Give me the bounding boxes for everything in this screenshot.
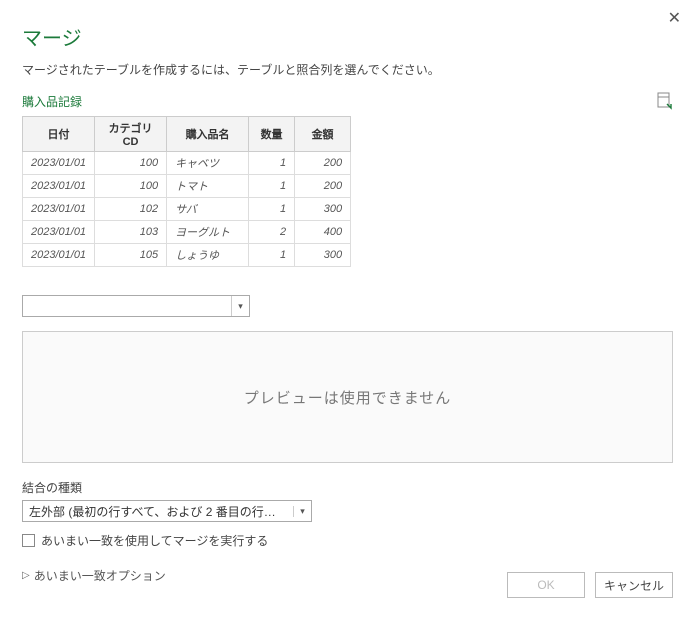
- table-row: 2023/01/01 103 ヨーグルト 2 400: [23, 221, 351, 244]
- cancel-button[interactable]: キャンセル: [595, 572, 673, 598]
- fuzzy-options-label: あいまい一致オプション: [34, 567, 166, 584]
- cell: 100: [95, 152, 167, 175]
- cell: 102: [95, 198, 167, 221]
- cell: 200: [295, 152, 351, 175]
- join-type-dropdown[interactable]: 左外部 (最初の行すべて、および 2 番目の行のうち一… ▾: [22, 500, 312, 522]
- cell: 103: [95, 221, 167, 244]
- cell: 105: [95, 244, 167, 267]
- cell: 300: [295, 198, 351, 221]
- source-table[interactable]: 日付 カテゴリCD 購入品名 数量 金額 2023/01/01 100 キャベツ…: [22, 116, 351, 267]
- cell: サバ: [167, 198, 249, 221]
- cell: トマト: [167, 175, 249, 198]
- table-header-row: 日付 カテゴリCD 購入品名 数量 金額: [23, 117, 351, 152]
- cell: ヨーグルト: [167, 221, 249, 244]
- table-row: 2023/01/01 100 トマト 1 200: [23, 175, 351, 198]
- dialog-title: マージ: [22, 22, 673, 51]
- cell: 1: [249, 175, 295, 198]
- dialog-description: マージされたテーブルを作成するには、テーブルと照合列を選んでください。: [22, 61, 673, 78]
- cell: 300: [295, 244, 351, 267]
- cell: しょうゆ: [167, 244, 249, 267]
- ok-button: OK: [507, 572, 585, 598]
- col-header-name[interactable]: 購入品名: [167, 117, 249, 152]
- cell: 2: [249, 221, 295, 244]
- preview-message: プレビューは使用できません: [244, 387, 452, 408]
- col-header-date[interactable]: 日付: [23, 117, 95, 152]
- cell: 1: [249, 244, 295, 267]
- col-header-qty[interactable]: 数量: [249, 117, 295, 152]
- cell: 200: [295, 175, 351, 198]
- source-table-name: 購入品記録: [22, 93, 82, 110]
- join-type-value: 左外部 (最初の行すべて、および 2 番目の行のうち一…: [23, 503, 293, 520]
- close-icon[interactable]: ✕: [668, 8, 681, 28]
- cell: 100: [95, 175, 167, 198]
- cell: 400: [295, 221, 351, 244]
- fuzzy-match-label: あいまい一致を使用してマージを実行する: [41, 532, 268, 549]
- cell: 1: [249, 198, 295, 221]
- cell: 2023/01/01: [23, 198, 95, 221]
- table-body: 2023/01/01 100 キャベツ 1 200 2023/01/01 100…: [23, 152, 351, 267]
- fuzzy-match-checkbox-row[interactable]: あいまい一致を使用してマージを実行する: [22, 532, 673, 549]
- cell: 1: [249, 152, 295, 175]
- join-type-label: 結合の種類: [22, 479, 673, 496]
- triangle-right-icon: ▷: [22, 570, 30, 581]
- cell: 2023/01/01: [23, 221, 95, 244]
- table-row: 2023/01/01 102 サバ 1 300: [23, 198, 351, 221]
- checkbox-icon[interactable]: [22, 534, 35, 547]
- chevron-down-icon: ▾: [293, 506, 311, 517]
- cell: 2023/01/01: [23, 152, 95, 175]
- cell: キャベツ: [167, 152, 249, 175]
- cell: 2023/01/01: [23, 244, 95, 267]
- chevron-down-icon: ▾: [231, 296, 249, 316]
- preview-panel: プレビューは使用できません: [22, 331, 673, 463]
- col-header-amount[interactable]: 金額: [295, 117, 351, 152]
- table-row: 2023/01/01 100 キャベツ 1 200: [23, 152, 351, 175]
- expand-table-icon[interactable]: [657, 92, 673, 110]
- table-row: 2023/01/01 105 しょうゆ 1 300: [23, 244, 351, 267]
- col-header-category[interactable]: カテゴリCD: [95, 117, 167, 152]
- cell: 2023/01/01: [23, 175, 95, 198]
- second-table-dropdown[interactable]: ▾: [22, 295, 250, 317]
